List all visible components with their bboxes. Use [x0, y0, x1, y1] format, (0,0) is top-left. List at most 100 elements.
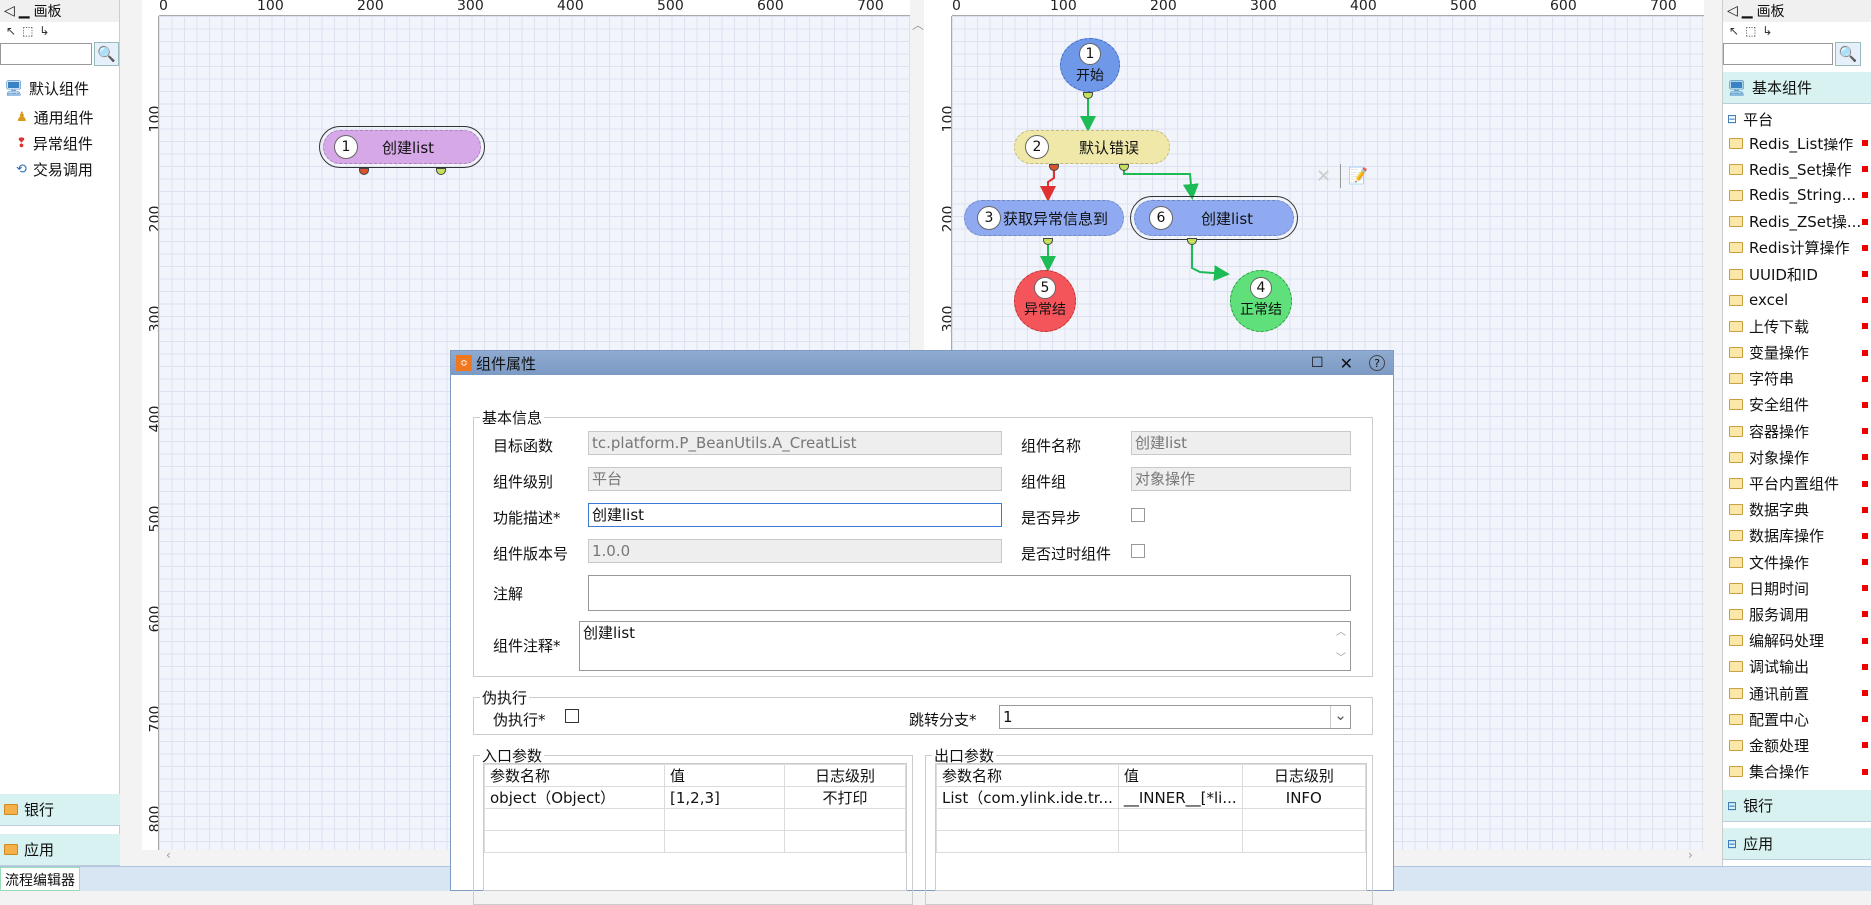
scroll-left-icon[interactable]: ‹: [166, 848, 171, 862]
palette-item[interactable]: Redis_Set操作: [1723, 156, 1871, 182]
tree-item-general[interactable]: ♟ 通用组件: [16, 104, 119, 130]
left-bottom-app[interactable]: 应用: [0, 834, 120, 866]
palette-item[interactable]: UUID和ID: [1723, 261, 1871, 287]
flow-node-exception-end[interactable]: 5 异常结: [1014, 270, 1076, 332]
status-marker: [1862, 506, 1868, 513]
palette-item[interactable]: 数据库操作: [1723, 523, 1871, 549]
palette-item[interactable]: excel: [1723, 287, 1871, 313]
ruler-label: 100: [257, 0, 284, 14]
chevron-down-icon[interactable]: ⌄: [1330, 706, 1350, 728]
flow-node-default-error[interactable]: 2 默认错误: [1014, 130, 1170, 164]
table-row[interactable]: object（Object） [1,2,3] 不打印: [484, 786, 906, 809]
annotation-label: 注解: [493, 585, 524, 603]
param-value-cell[interactable]: [1,2,3]: [664, 786, 785, 809]
scroll-down-icon[interactable]: ﹀: [1336, 650, 1346, 668]
maximize-icon[interactable]: ☐: [1311, 355, 1324, 371]
annotation-input[interactable]: [588, 575, 1351, 611]
jump-branch-select[interactable]: 1 ⌄: [999, 705, 1351, 729]
palette-item-label: 集合操作: [1749, 763, 1810, 782]
target-function-field: tc.platform.P_BeanUtils.A_CreatList: [588, 431, 1002, 455]
delete-icon[interactable]: ✕: [1316, 166, 1331, 187]
right-bottom-bank[interactable]: ⊟ 银行: [1723, 790, 1871, 822]
connector-tool-icon[interactable]: ↳: [39, 24, 49, 38]
error-port[interactable]: [359, 168, 369, 175]
scroll-right-icon[interactable]: ›: [1688, 848, 1693, 862]
flow-node-create-list[interactable]: 6 创建list: [1130, 196, 1298, 240]
log-level-cell[interactable]: 不打印: [784, 786, 906, 809]
param-value-cell[interactable]: __INNER__[*li...: [1117, 786, 1243, 809]
log-level-cell[interactable]: INFO: [1241, 786, 1366, 809]
palette-item[interactable]: 服务调用: [1723, 601, 1871, 627]
palette-item[interactable]: 变量操作: [1723, 340, 1871, 366]
collapse-left-icon[interactable]: ◁: [4, 3, 15, 19]
marquee-tool-icon[interactable]: ⬚: [22, 24, 33, 38]
tab-flow-editor[interactable]: 流程编辑器: [0, 867, 80, 891]
collapse-box-icon[interactable]: ⊟: [1727, 112, 1737, 126]
right-category-basic[interactable]: 🖥 基本组件: [1723, 72, 1871, 104]
left-search-input[interactable]: [0, 43, 92, 65]
palette-item[interactable]: 安全组件: [1723, 392, 1871, 418]
left-root-category[interactable]: 🖥 默认组件: [0, 72, 119, 104]
search-icon[interactable]: 🔍: [1835, 42, 1861, 66]
scroll-up-icon[interactable]: ︿: [1336, 624, 1346, 642]
palette-item[interactable]: 调试输出: [1723, 654, 1871, 680]
right-bottom-app[interactable]: ⊟ 应用: [1723, 828, 1871, 860]
flow-node-create-list[interactable]: 1 创建list: [319, 126, 485, 168]
dialog-titlebar[interactable]: ≎ 组件属性 ☐ ✕ ?: [451, 351, 1393, 375]
group-platform[interactable]: ⊟ 平台: [1723, 104, 1871, 134]
flow-node-get-exception[interactable]: 3 获取异常信息到: [964, 200, 1124, 236]
table-row[interactable]: List（com.ylink.ide.tr... __INNER__[*li..…: [936, 786, 1366, 809]
palette-item[interactable]: 上传下载: [1723, 313, 1871, 339]
collapse-right-icon[interactable]: ◁: [1727, 3, 1738, 19]
palette-item[interactable]: 配置中心: [1723, 706, 1871, 732]
comment-textarea[interactable]: 创建list ︿ ﹀: [579, 621, 1351, 671]
status-marker: [1862, 454, 1868, 461]
palette-item[interactable]: 编解码处理: [1723, 628, 1871, 654]
left-bottom-bank[interactable]: 银行: [0, 794, 120, 826]
status-marker: [1862, 192, 1868, 199]
success-port[interactable]: [436, 168, 446, 175]
palette-item[interactable]: 文件操作: [1723, 549, 1871, 575]
palette-item[interactable]: 平台内置组件: [1723, 470, 1871, 496]
select-tool-icon[interactable]: ↖: [1729, 24, 1739, 38]
async-checkbox[interactable]: [1131, 508, 1145, 522]
palette-item[interactable]: 对象操作: [1723, 444, 1871, 470]
select-tool-icon[interactable]: ↖: [6, 24, 16, 38]
help-icon[interactable]: ?: [1369, 355, 1385, 371]
node-label: 获取异常信息到: [1003, 209, 1109, 228]
palette-item[interactable]: Redis_List操作: [1723, 138, 1871, 156]
palette-item[interactable]: 金额处理: [1723, 732, 1871, 758]
edit-properties-icon[interactable]: 📝: [1348, 166, 1368, 185]
palette-item[interactable]: Redis计算操作: [1723, 235, 1871, 261]
palette-item[interactable]: 数据字典: [1723, 497, 1871, 523]
palette-item[interactable]: 日期时间: [1723, 575, 1871, 601]
right-search-input[interactable]: [1723, 43, 1833, 65]
palette-item[interactable]: Redis_String...: [1723, 182, 1871, 208]
param-name-cell[interactable]: List（com.ylink.ide.tr...: [936, 786, 1119, 809]
marquee-tool-icon[interactable]: ⬚: [1745, 24, 1756, 38]
palette-item[interactable]: 通讯前置: [1723, 680, 1871, 706]
tree-item-exception[interactable]: ❢ 异常组件: [16, 130, 119, 156]
description-input[interactable]: 创建list: [588, 503, 1002, 527]
connector-tool-icon[interactable]: ↳: [1762, 24, 1772, 38]
minimize-icon[interactable]: ▁: [19, 3, 30, 19]
flow-node-start[interactable]: 1 开始: [1060, 38, 1120, 92]
scroll-up-icon[interactable]: ︿: [912, 16, 924, 33]
ruler-label: 300: [1250, 0, 1277, 14]
palette-item[interactable]: 字符串: [1723, 366, 1871, 392]
search-icon[interactable]: 🔍: [94, 42, 119, 66]
tree-item-transaction[interactable]: ⟲ 交易调用: [16, 156, 119, 182]
flow-node-normal-end[interactable]: 4 正常结: [1230, 270, 1292, 332]
palette-item[interactable]: 集合操作: [1723, 759, 1871, 785]
minimize-icon[interactable]: ▁: [1742, 3, 1753, 19]
palette-item[interactable]: 容器操作: [1723, 418, 1871, 444]
deprecated-checkbox[interactable]: [1131, 544, 1145, 558]
close-icon[interactable]: ✕: [1340, 354, 1353, 373]
palette-item[interactable]: Redis_ZSet操...: [1723, 209, 1871, 235]
param-name-cell[interactable]: object（Object）: [484, 786, 665, 809]
status-marker: [1862, 532, 1868, 539]
fake-execution-checkbox[interactable]: [565, 709, 579, 723]
transaction-call-icon: ⟲: [16, 161, 27, 177]
folder-icon: [1729, 451, 1743, 463]
computer-icon: 🖥: [4, 79, 24, 97]
